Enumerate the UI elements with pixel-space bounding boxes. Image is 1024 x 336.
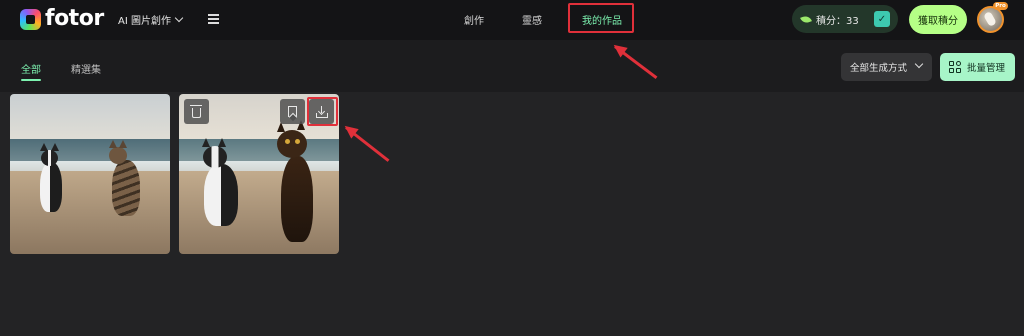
annotation-arrow-my-works <box>614 45 658 79</box>
tab-active-indicator <box>21 79 41 81</box>
clipboard-check-icon[interactable]: ✓ <box>874 11 890 27</box>
collect-button[interactable] <box>280 99 305 124</box>
highlight-download <box>307 97 338 126</box>
generation-method-label: 全部生成方式 <box>850 63 908 74</box>
batch-grid-icon <box>949 61 961 73</box>
points-badge[interactable]: 積分：33 ✓ <box>792 5 898 33</box>
get-points-button[interactable]: 獲取積分 <box>909 5 967 34</box>
nav-create[interactable]: 創作 <box>464 12 484 27</box>
tab-featured[interactable]: 精選集 <box>71 61 101 76</box>
pro-badge: Pro <box>993 2 1008 10</box>
chevron-down-icon <box>174 13 184 23</box>
fotor-logo[interactable]: fotor <box>20 8 104 30</box>
delete-button[interactable] <box>184 99 209 124</box>
ai-create-menu-label: AI 圖片創作 <box>118 16 171 27</box>
leaf-icon <box>800 14 812 24</box>
chevron-down-icon <box>914 59 924 69</box>
generation-method-dropdown[interactable]: 全部生成方式 <box>841 53 932 81</box>
avatar-image <box>983 10 997 28</box>
trash-icon <box>190 104 202 118</box>
artwork-card[interactable] <box>10 94 170 254</box>
fotor-logo-icon <box>20 8 41 30</box>
ai-create-menu[interactable]: AI 圖片創作 <box>118 12 184 27</box>
logo-text: fotor <box>45 6 104 31</box>
bookmark-icon <box>288 106 297 117</box>
top-bar: fotor AI 圖片創作 創作 靈感 我的作品 積分：33 ✓ 獲取積分 Pr… <box>0 0 1024 40</box>
avatar[interactable] <box>977 6 1004 33</box>
batch-manage-label: 批量管理 <box>967 63 1006 74</box>
points-text: 積分：33 <box>816 15 859 27</box>
batch-manage-button[interactable]: 批量管理 <box>940 53 1015 81</box>
highlight-my-works <box>568 3 634 33</box>
hamburger-icon[interactable] <box>208 14 219 24</box>
tab-all[interactable]: 全部 <box>21 61 41 76</box>
nav-inspire[interactable]: 靈感 <box>522 12 542 27</box>
